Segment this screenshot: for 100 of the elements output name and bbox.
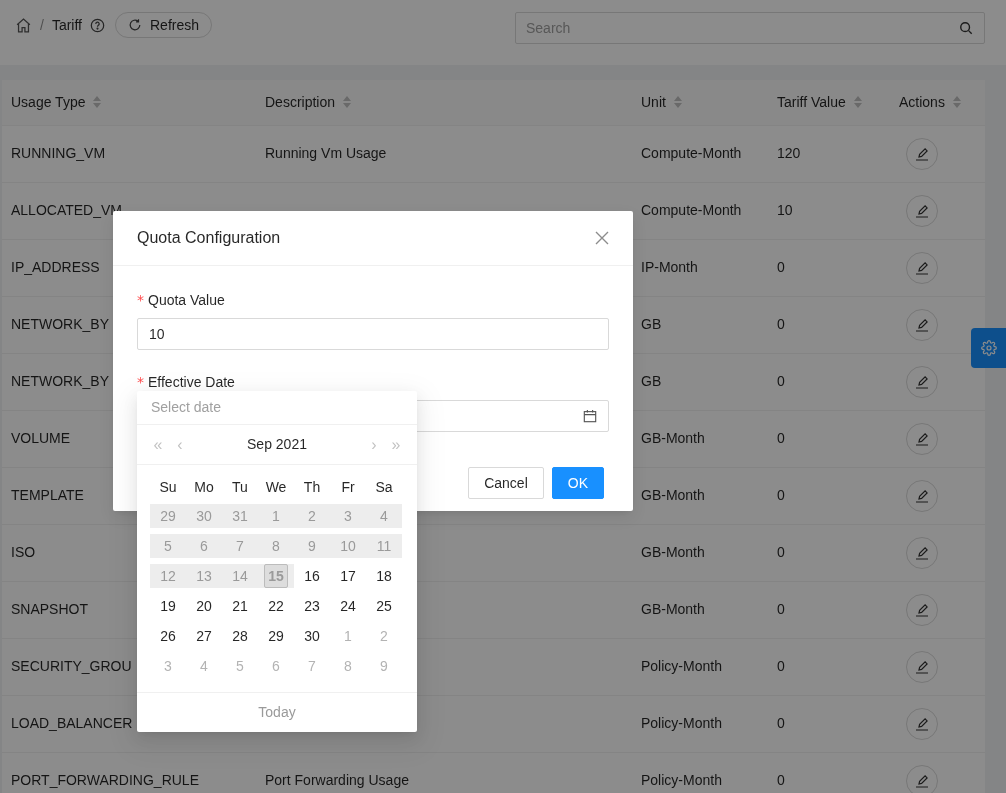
edit-button[interactable]: [906, 593, 938, 626]
ok-button[interactable]: OK: [551, 467, 604, 499]
sort-icon[interactable]: [673, 96, 682, 109]
calendar-day: 3: [336, 504, 360, 528]
weekday-label: Th: [302, 478, 322, 497]
calendar-day: 15: [264, 564, 288, 588]
field-label: Quota Value: [148, 292, 225, 308]
table-cell: 0: [777, 601, 785, 617]
table-cell: Compute-Month: [641, 202, 742, 218]
field-label: Effective Date: [148, 374, 235, 390]
table-cell: TEMPLATE: [11, 487, 84, 503]
weekday-label: Mo: [193, 478, 215, 497]
edit-icon: [914, 544, 930, 561]
table-cell: 0: [777, 316, 785, 332]
sort-icon[interactable]: [93, 96, 102, 109]
table-cell: NETWORK_BY: [11, 316, 109, 332]
edit-button[interactable]: [906, 650, 938, 683]
calendar-day[interactable]: 21: [228, 594, 252, 618]
edit-button[interactable]: [906, 137, 938, 170]
table-cell: LOAD_BALANCER: [11, 715, 133, 731]
calendar-day: 31: [228, 504, 252, 528]
close-icon[interactable]: [595, 231, 609, 245]
column-title: Tariff Value: [777, 92, 846, 112]
table-cell: 0: [777, 487, 785, 503]
edit-icon: [914, 259, 930, 276]
table-cell: NETWORK_BY: [11, 373, 109, 389]
table-cell: GB-Month: [641, 487, 705, 503]
edit-button[interactable]: [906, 479, 938, 512]
table-cell: SECURITY_GROU: [11, 658, 132, 674]
calendar-day[interactable]: 26: [156, 624, 180, 648]
calendar-day: 12: [156, 564, 180, 588]
breadcrumb-current: Tariff: [51, 15, 82, 35]
table-cell: GB: [641, 373, 662, 389]
calendar-day: 14: [228, 564, 252, 588]
calendar-day: 8: [264, 534, 288, 558]
edit-button[interactable]: [906, 707, 938, 740]
edit-icon: [914, 601, 930, 618]
calendar-day[interactable]: 17: [336, 564, 360, 588]
edit-button[interactable]: [906, 764, 938, 793]
calendar-day[interactable]: 30: [300, 624, 324, 648]
modal-title: Quota Configuration: [137, 228, 281, 248]
table-cell: Compute-Month: [641, 145, 742, 161]
sort-icon[interactable]: [343, 96, 352, 109]
weekday-label: We: [264, 478, 288, 497]
table-cell: GB-Month: [641, 544, 705, 560]
table-cell: Port Forwarding Usage: [265, 772, 409, 788]
edit-icon: [914, 373, 930, 390]
edit-icon: [914, 430, 930, 447]
edit-button[interactable]: [906, 308, 938, 341]
table-cell: SNAPSHOT: [11, 601, 88, 617]
calendar-day: 11: [372, 534, 396, 558]
calendar-icon[interactable]: [583, 409, 597, 423]
table-cell: 0: [777, 430, 785, 446]
table-cell: GB-Month: [641, 430, 705, 446]
calendar-day[interactable]: 18: [372, 564, 396, 588]
edit-button[interactable]: [906, 365, 938, 398]
table-cell: 120: [777, 145, 801, 161]
cancel-button[interactable]: Cancel: [468, 467, 544, 499]
home-icon[interactable]: [15, 16, 32, 34]
sort-icon[interactable]: [952, 96, 961, 109]
table-cell: 0: [777, 772, 785, 788]
calendar-day: 5: [156, 534, 180, 558]
edit-button[interactable]: [906, 536, 938, 569]
calendar-day[interactable]: 20: [192, 594, 216, 618]
edit-button[interactable]: [906, 194, 938, 227]
table-cell: PORT_FORWARDING_RULE: [11, 772, 199, 788]
refresh-icon: [128, 18, 142, 32]
table-cell: 0: [777, 658, 785, 674]
calendar-day[interactable]: 24: [336, 594, 360, 618]
edit-icon: [914, 487, 930, 504]
weekday-label: Tu: [231, 478, 249, 497]
calendar-day: 9: [300, 534, 324, 558]
edit-icon: [914, 316, 930, 333]
help-icon[interactable]: [90, 17, 105, 33]
edit-icon: [914, 715, 930, 732]
calendar-day: 30: [192, 504, 216, 528]
month-label[interactable]: Sep 2021: [191, 434, 363, 455]
calendar-day[interactable]: 27: [192, 624, 216, 648]
calendar-day[interactable]: 22: [264, 594, 288, 618]
calendar-day[interactable]: 23: [300, 594, 324, 618]
calendar-day[interactable]: 16: [300, 564, 324, 588]
calendar-day[interactable]: 19: [156, 594, 180, 618]
edit-icon: [914, 202, 930, 219]
calendar-day: 6: [192, 534, 216, 558]
search-icon[interactable]: [959, 21, 973, 35]
table-cell: GB-Month: [641, 601, 705, 617]
edit-button[interactable]: [906, 422, 938, 455]
edit-button[interactable]: [906, 251, 938, 284]
input-field[interactable]: 10: [137, 318, 609, 350]
calendar-day: 4: [372, 504, 396, 528]
table-cell: IP_ADDRESS: [11, 259, 100, 275]
table-cell: ISO: [11, 544, 36, 560]
calendar-day[interactable]: 29: [264, 624, 288, 648]
table-cell: ALLOCATED_VM: [11, 202, 122, 218]
calendar-day[interactable]: 25: [372, 594, 396, 618]
breadcrumb-separator: /: [40, 15, 44, 35]
refresh-button[interactable]: Refresh: [115, 12, 212, 38]
settings-button[interactable]: [971, 328, 1006, 368]
calendar-day[interactable]: 28: [228, 624, 252, 648]
sort-icon[interactable]: [853, 96, 862, 109]
